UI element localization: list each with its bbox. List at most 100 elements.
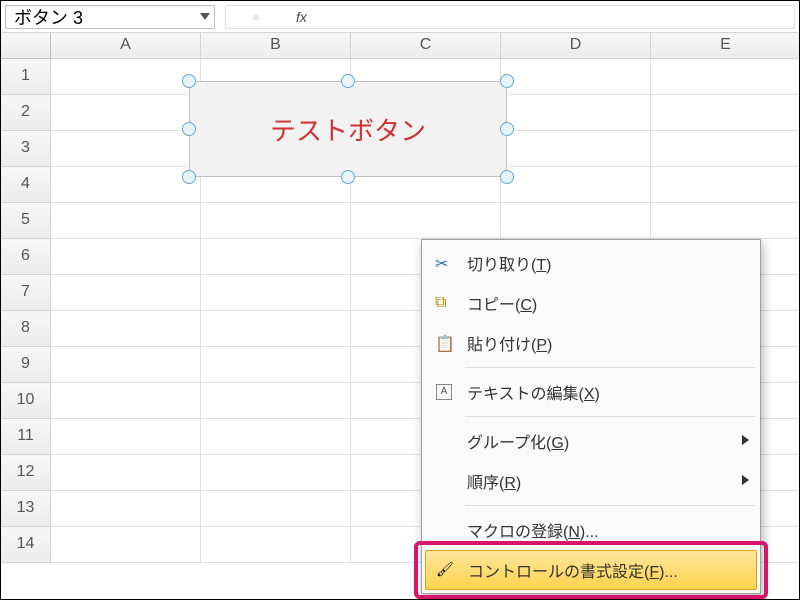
form-button-face[interactable]: テストボタン — [189, 81, 507, 177]
menu-label: マクロの登録(N)... — [467, 518, 749, 542]
cell[interactable] — [51, 527, 201, 563]
cell[interactable] — [51, 275, 201, 311]
row-header[interactable]: 9 — [1, 347, 51, 383]
chevron-right-icon — [742, 475, 749, 485]
cell[interactable] — [51, 131, 201, 167]
cell[interactable] — [501, 59, 651, 95]
cell[interactable] — [201, 275, 351, 311]
cell[interactable] — [651, 59, 800, 95]
cell[interactable] — [651, 167, 800, 203]
format-icon — [436, 561, 454, 579]
cell[interactable] — [501, 131, 651, 167]
menu-label: 切り取り(T) — [467, 251, 749, 275]
cell[interactable] — [51, 491, 201, 527]
column-header[interactable]: C — [351, 33, 501, 59]
menu-label: コピー(C) — [467, 291, 749, 315]
menu-separator — [465, 416, 755, 417]
resize-handle-w[interactable] — [182, 122, 196, 136]
resize-handle-s[interactable] — [341, 170, 355, 184]
menu-item-group[interactable]: グループ化(G) — [425, 421, 757, 461]
resize-handle-se[interactable] — [500, 170, 514, 184]
cell[interactable] — [51, 455, 201, 491]
row-header[interactable]: 10 — [1, 383, 51, 419]
column-header[interactable]: D — [501, 33, 651, 59]
row-header[interactable]: 1 — [1, 59, 51, 95]
cell[interactable] — [651, 95, 800, 131]
menu-separator — [465, 367, 755, 368]
menu-item-paste[interactable]: 貼り付け(P) — [425, 323, 757, 363]
menu-separator — [465, 505, 755, 506]
cell[interactable] — [201, 527, 351, 563]
column-header[interactable]: E — [651, 33, 800, 59]
worksheet[interactable]: A B C D E 1 2 3 4 5 6 7 8 9 10 11 12 13 … — [1, 33, 799, 563]
cell[interactable] — [501, 95, 651, 131]
menu-item-order[interactable]: 順序(R) — [425, 461, 757, 501]
menu-item-edit-text[interactable]: A テキストの編集(X) — [425, 372, 757, 412]
row-header[interactable]: 6 — [1, 239, 51, 275]
resize-handle-sw[interactable] — [182, 170, 196, 184]
clipboard-icon — [435, 334, 453, 352]
cell[interactable] — [201, 383, 351, 419]
formula-buttons: ● — [226, 9, 286, 24]
cell[interactable] — [201, 311, 351, 347]
cell[interactable] — [501, 203, 651, 239]
cell[interactable] — [201, 239, 351, 275]
cell[interactable] — [201, 203, 351, 239]
resize-handle-ne[interactable] — [500, 74, 514, 88]
context-menu: 切り取り(T) コピー(C) 貼り付け(P) A テキストの編集(X) グループ… — [421, 239, 761, 594]
resize-handle-e[interactable] — [500, 122, 514, 136]
select-all-corner[interactable] — [1, 33, 51, 59]
textbox-icon: A — [436, 384, 452, 400]
menu-item-format-control[interactable]: コントロールの書式設定(F)... — [425, 550, 757, 590]
fx-label[interactable]: fx — [286, 9, 317, 25]
row-header[interactable]: 12 — [1, 455, 51, 491]
formula-bar: ● fx — [225, 5, 795, 29]
form-button-control[interactable]: テストボタン — [189, 81, 507, 177]
chevron-right-icon — [742, 435, 749, 445]
cell[interactable] — [501, 167, 651, 203]
column-header[interactable]: A — [51, 33, 201, 59]
row-header[interactable]: 4 — [1, 167, 51, 203]
menu-label: コントロールの書式設定(F)... — [468, 558, 748, 582]
resize-handle-nw[interactable] — [182, 74, 196, 88]
row-header[interactable]: 2 — [1, 95, 51, 131]
menu-item-cut[interactable]: 切り取り(T) — [425, 243, 757, 283]
cell[interactable] — [51, 383, 201, 419]
row-header[interactable]: 3 — [1, 131, 51, 167]
column-header[interactable]: B — [201, 33, 351, 59]
cell[interactable] — [51, 419, 201, 455]
cell[interactable] — [51, 311, 201, 347]
cell[interactable] — [201, 419, 351, 455]
cell[interactable] — [351, 203, 501, 239]
cell[interactable] — [201, 347, 351, 383]
row-header[interactable]: 5 — [1, 203, 51, 239]
menu-label: 貼り付け(P) — [467, 331, 749, 355]
menu-label: グループ化(G) — [467, 429, 742, 453]
formula-input[interactable] — [317, 6, 794, 28]
cell[interactable] — [201, 491, 351, 527]
copy-icon — [435, 294, 453, 312]
cell[interactable] — [51, 347, 201, 383]
cell[interactable] — [651, 131, 800, 167]
menu-item-assign-macro[interactable]: マクロの登録(N)... — [425, 510, 757, 550]
name-box-value: ボタン 3 — [14, 4, 200, 30]
name-box[interactable]: ボタン 3 — [5, 5, 215, 29]
cell[interactable] — [201, 455, 351, 491]
row-header[interactable]: 11 — [1, 419, 51, 455]
cell[interactable] — [51, 167, 201, 203]
chevron-down-icon[interactable] — [200, 13, 210, 20]
row-header[interactable]: 13 — [1, 491, 51, 527]
cell[interactable] — [651, 203, 800, 239]
formula-bar-row: ボタン 3 ● fx — [1, 1, 799, 33]
cell[interactable] — [51, 95, 201, 131]
row-header[interactable]: 14 — [1, 527, 51, 563]
cell[interactable] — [51, 203, 201, 239]
scissors-icon — [435, 254, 453, 272]
menu-label: テキストの編集(X) — [467, 380, 749, 404]
resize-handle-n[interactable] — [341, 74, 355, 88]
row-header[interactable]: 7 — [1, 275, 51, 311]
cell[interactable] — [51, 59, 201, 95]
row-header[interactable]: 8 — [1, 311, 51, 347]
menu-item-copy[interactable]: コピー(C) — [425, 283, 757, 323]
cell[interactable] — [51, 239, 201, 275]
